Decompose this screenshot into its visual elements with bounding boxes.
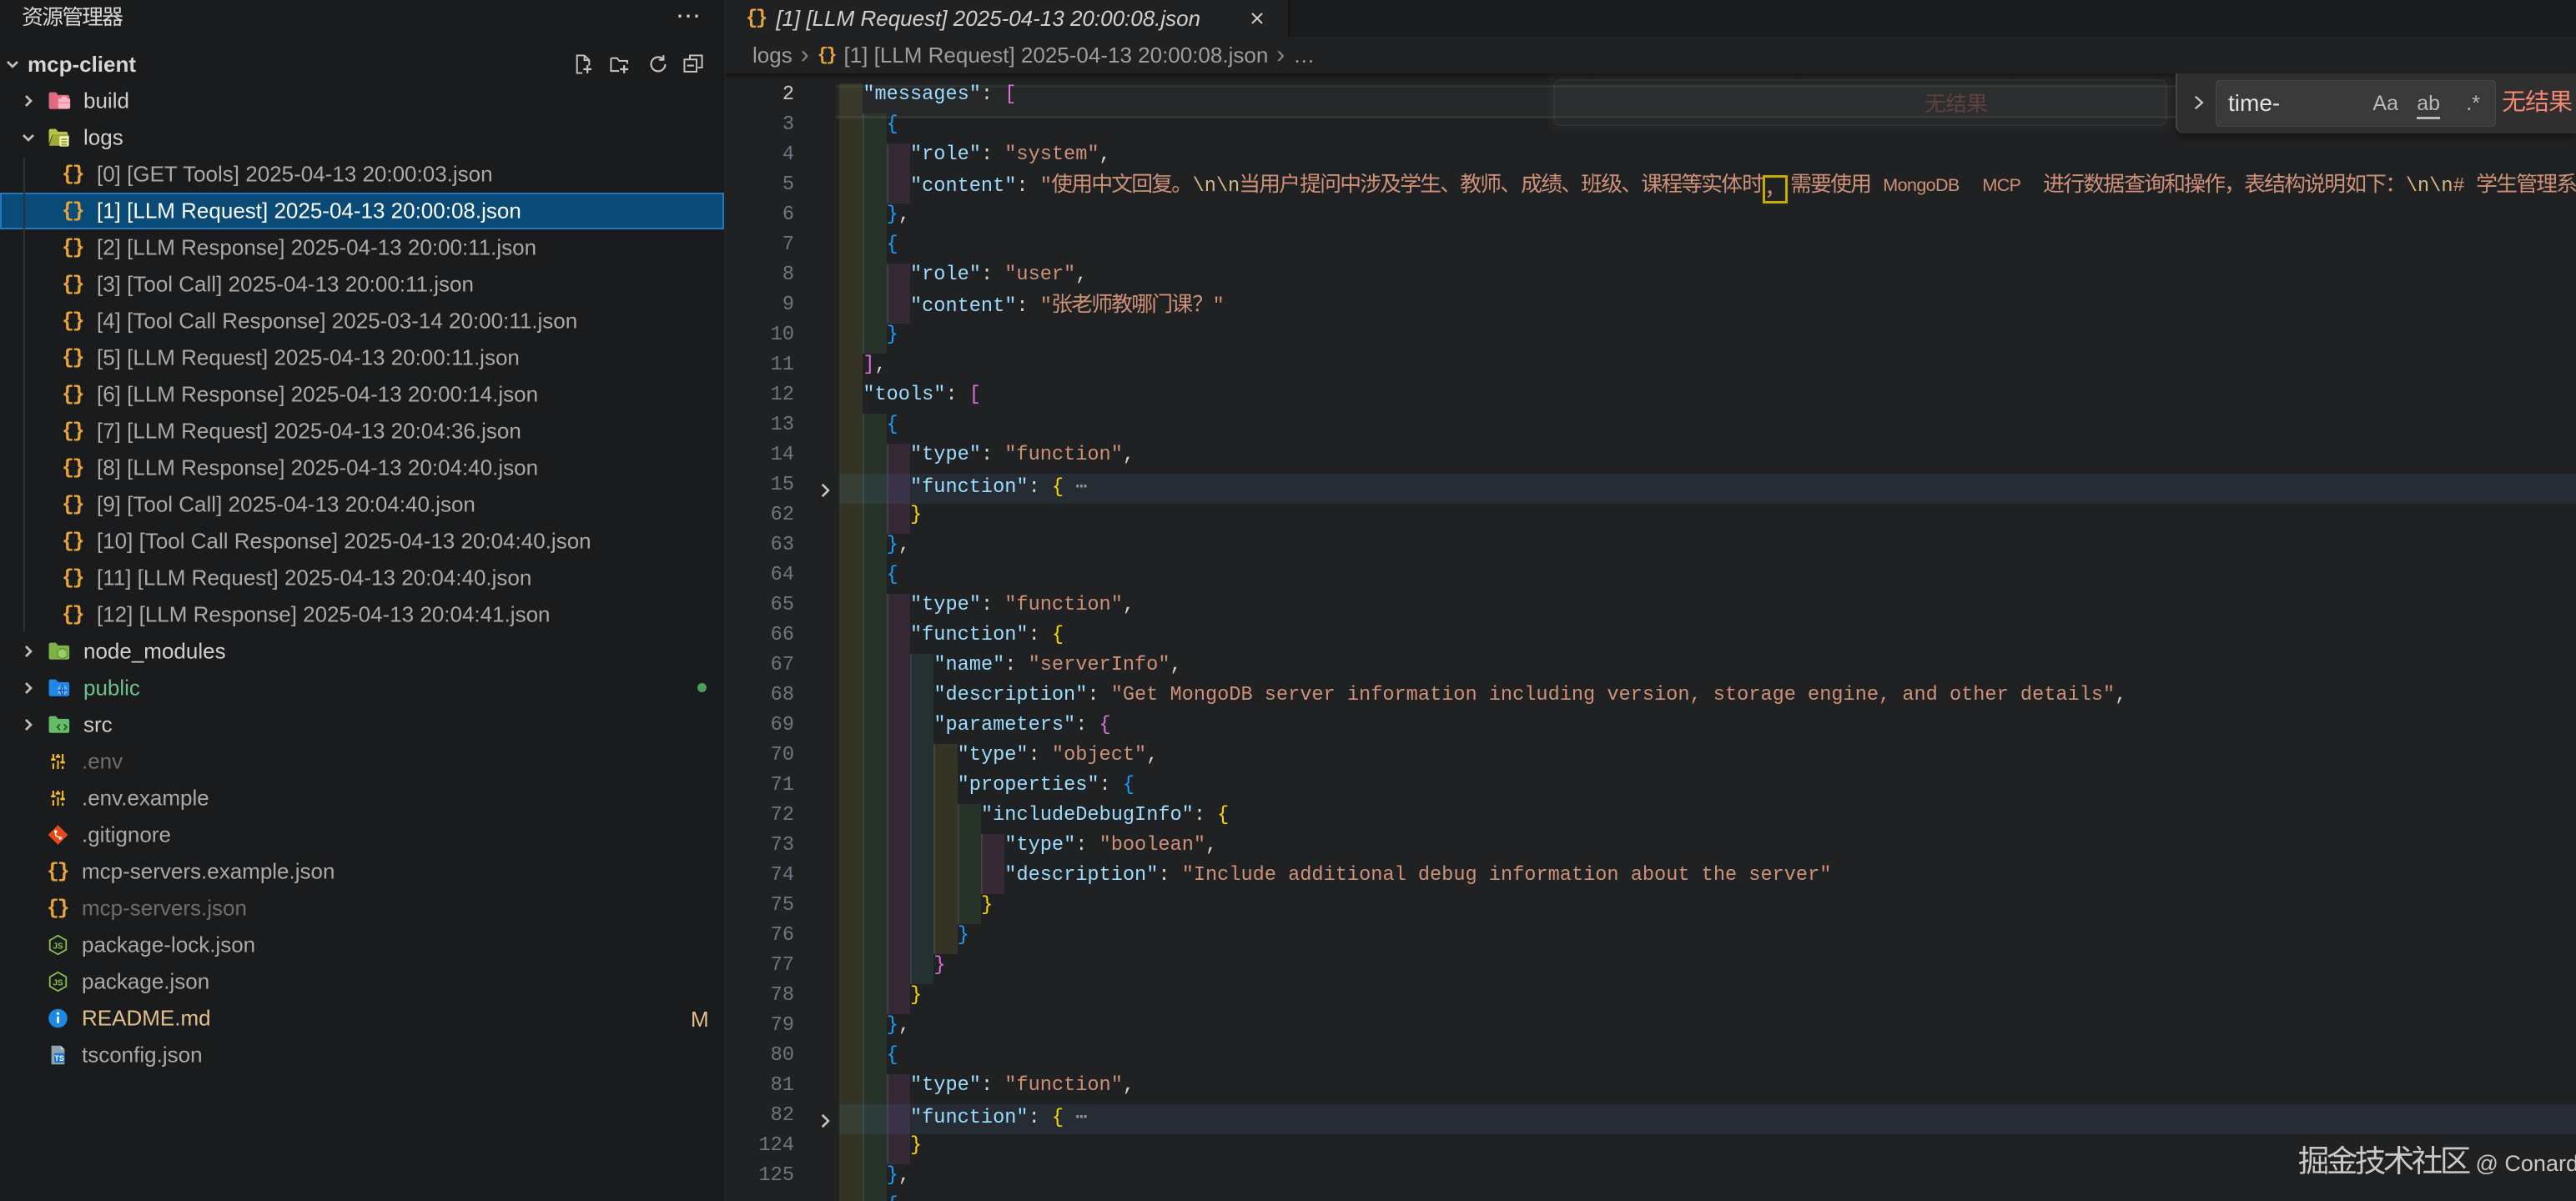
svg-text:JS: JS <box>53 978 63 987</box>
svg-text:JS: JS <box>53 942 63 951</box>
svg-text:TS: TS <box>54 1054 64 1063</box>
